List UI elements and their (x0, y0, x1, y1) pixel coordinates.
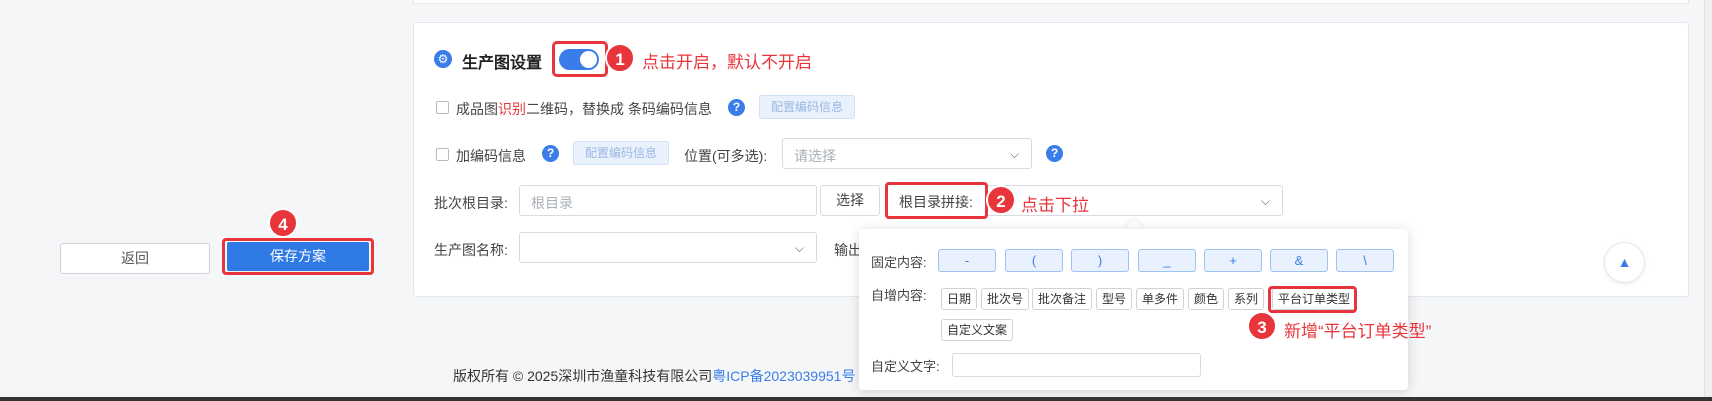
position-placeholder: 请选择 (794, 148, 836, 164)
auto-chip[interactable]: 颜色 (1188, 288, 1225, 310)
recognize-qr-checkbox[interactable] (436, 101, 449, 114)
annotation-badge-4: 4 (268, 208, 298, 238)
chevron-down-icon: ⌵ (794, 241, 804, 255)
back-button[interactable]: 返回 (60, 243, 210, 274)
position-label: 位置(可多选): (684, 148, 768, 164)
auto-chip[interactable]: 批次号 (981, 288, 1030, 310)
fixed-content-label: 固定内容: (871, 255, 927, 270)
fixed-chip[interactable]: ) (1071, 249, 1129, 272)
annotation-badge-2: 2 (986, 185, 1016, 215)
select-button[interactable]: 选择 (820, 185, 880, 216)
add-encoding-checkbox[interactable] (436, 148, 449, 161)
batch-root-placeholder: 根目录 (531, 195, 573, 211)
top-panel-edge (413, 0, 1689, 4)
annotation-badge-1: 1 (605, 43, 635, 73)
chevron-down-icon: ⌵ (1009, 147, 1019, 161)
root-join-label: 根目录拼接: (899, 194, 973, 210)
custom-text-label: 自定义文字: (871, 359, 940, 374)
icp-link[interactable]: 粤ICP备2023039951号 (712, 368, 855, 384)
output-label: 输出 (834, 242, 862, 258)
footer: 版权所有 © 2025深圳市渔童科技有限公司粤ICP备2023039951号 (453, 366, 855, 386)
batch-root-input[interactable]: 根目录 (519, 185, 817, 216)
help-icon[interactable]: ? (1046, 145, 1063, 162)
bottom-edge (0, 397, 1712, 401)
annotation-text-3: 新增“平台订单类型” (1284, 322, 1432, 341)
page-scrollbar[interactable] (1704, 0, 1712, 401)
config-encoding-button[interactable]: 配置编码信息 (759, 95, 856, 119)
recognize-qr-label: 成品图识别二维码，替换成 条码编码信息 (456, 101, 712, 117)
gear-icon: ⚙ (434, 50, 452, 68)
auto-chip[interactable]: 自定义文案 (941, 319, 1014, 341)
copyright-text: 版权所有 © 2025深圳市渔童科技有限公司 (453, 368, 713, 384)
save-plan-button[interactable]: 保存方案 (227, 242, 369, 271)
toggle-knob (580, 51, 597, 68)
fixed-chip[interactable]: & (1270, 249, 1328, 272)
help-icon[interactable]: ? (728, 99, 745, 116)
fixed-chip[interactable]: + (1204, 249, 1262, 272)
auto-content-label: 自增内容: (871, 288, 927, 303)
auto-chip[interactable]: 系列 (1228, 288, 1265, 310)
annotation-text-1: 点击开启，默认不开启 (642, 53, 812, 72)
fixed-chip[interactable]: - (938, 249, 996, 272)
batch-root-label: 批次根目录: (434, 195, 508, 211)
platform-order-type-highlight-box (1268, 286, 1357, 313)
section-title: 生产图设置 (462, 55, 543, 72)
annotation-text-2: 点击下拉 (1021, 196, 1089, 215)
chevron-down-icon: ⌵ (1260, 194, 1270, 208)
config-encoding-button-2[interactable]: 配置编码信息 (573, 141, 670, 165)
auto-chip[interactable]: 型号 (1096, 288, 1133, 310)
auto-chip[interactable]: 单多件 (1136, 288, 1185, 310)
help-icon[interactable]: ? (542, 145, 559, 162)
add-encoding-label: 加编码信息 (456, 148, 526, 164)
production-name-label: 生产图名称: (434, 242, 508, 258)
root-join-highlight-box: 根目录拼接: (885, 182, 988, 219)
custom-text-input[interactable] (952, 353, 1201, 377)
auto-chip[interactable]: 日期 (941, 288, 978, 310)
fixed-chip[interactable]: _ (1138, 249, 1196, 272)
annotation-badge-3: 3 (1247, 311, 1277, 341)
scroll-top-button[interactable]: ▲ (1604, 242, 1645, 283)
position-select[interactable]: 请选择 ⌵ (782, 138, 1032, 169)
production-name-select[interactable]: ⌵ (519, 232, 817, 263)
fixed-chip[interactable]: \ (1336, 249, 1394, 272)
auto-chip[interactable]: 批次备注 (1032, 288, 1093, 310)
fixed-chip[interactable]: ( (1005, 249, 1063, 272)
